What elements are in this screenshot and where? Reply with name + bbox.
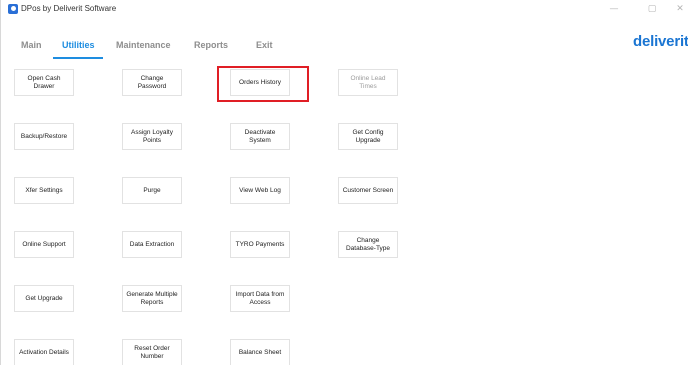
online-support-button[interactable]: Online Support — [14, 231, 74, 258]
xfer-settings-button[interactable]: Xfer Settings — [14, 177, 74, 204]
import-data-from-access-button[interactable]: Import Data from Access — [230, 285, 290, 312]
purge-button[interactable]: Purge — [122, 177, 182, 204]
maximize-icon[interactable]: ▢ — [645, 2, 659, 16]
tab-exit[interactable]: Exit — [256, 40, 273, 50]
customer-screen-button[interactable]: Customer Screen — [338, 177, 398, 204]
deliverit-logo: deliverit — [633, 33, 688, 50]
tab-main[interactable]: Main — [21, 40, 42, 50]
get-upgrade-button[interactable]: Get Upgrade — [14, 285, 74, 312]
tab-bar: Main Utilities Maintenance Reports Exit — [1, 30, 401, 62]
tab-maintenance[interactable]: Maintenance — [116, 40, 171, 50]
tab-reports[interactable]: Reports — [194, 40, 228, 50]
get-config-upgrade-button[interactable]: Get Config Upgrade — [338, 123, 398, 150]
deactivate-system-button[interactable]: Deactivate System — [230, 123, 290, 150]
data-extraction-button[interactable]: Data Extraction — [122, 231, 182, 258]
app-icon — [8, 4, 18, 14]
online-lead-times-button[interactable]: Online Lead Times — [338, 69, 398, 96]
generate-multiple-reports-button[interactable]: Generate Multiple Reports — [122, 285, 182, 312]
app-window: DPos by Deliverit Software — ▢ ✕ Main Ut… — [0, 0, 688, 365]
reset-order-number-button[interactable]: Reset Order Number — [122, 339, 182, 365]
minimize-icon[interactable]: — — [607, 2, 621, 16]
tyro-payments-button[interactable]: TYRO Payments — [230, 231, 290, 258]
open-cash-drawer-button[interactable]: Open Cash Drawer — [14, 69, 74, 96]
view-web-log-button[interactable]: View Web Log — [230, 177, 290, 204]
orders-history-highlight — [217, 66, 309, 102]
assign-loyalty-points-button[interactable]: Assign Loyalty Points — [122, 123, 182, 150]
balance-sheet-button[interactable]: Balance Sheet — [230, 339, 290, 365]
active-tab-indicator — [53, 57, 103, 59]
tab-utilities[interactable]: Utilities — [62, 40, 95, 50]
close-icon[interactable]: ✕ — [673, 2, 687, 16]
title-bar: DPos by Deliverit Software — ▢ ✕ — [1, 0, 688, 19]
window-title: DPos by Deliverit Software — [21, 4, 117, 13]
change-password-button[interactable]: Change Password — [122, 69, 182, 96]
change-database-type-button[interactable]: Change Database-Type — [338, 231, 398, 258]
backup-restore-button[interactable]: Backup/Restore — [14, 123, 74, 150]
activation-details-button[interactable]: Activation Details — [14, 339, 74, 365]
